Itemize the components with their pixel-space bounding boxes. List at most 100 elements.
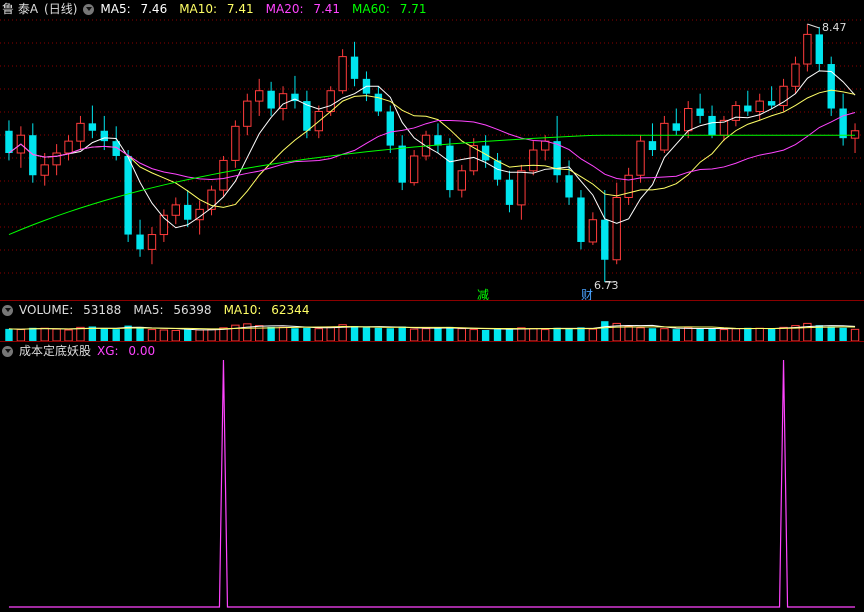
candle-body [52,152,61,166]
volume-bar [184,329,192,341]
candle-body [207,189,216,210]
ma5-value: 7.46 [140,2,168,16]
volume-header: VOLUME: 53188 MA5: 56398 MA10: 62344 [2,301,321,319]
candle-body [40,164,49,176]
vol-ma5-label: MA5: 56398 [133,303,212,317]
volume-bar [207,328,216,341]
candle-body [147,234,157,250]
volume-bar [553,327,561,341]
stock-name: 鲁 泰A [2,2,39,16]
volume-bar [624,325,633,341]
volume-bar [779,326,788,341]
candle-body [374,93,383,112]
candle-body [744,105,752,112]
ma60-value: 7.71 [399,2,427,16]
collapse-toggle-icon[interactable] [83,3,95,15]
volume-bar [16,329,26,341]
volume-bar [362,327,371,341]
candle-body [541,140,550,151]
volume-bar [231,324,240,341]
volume-bar [278,326,288,341]
volume-bar [76,326,85,341]
volume-bar [565,328,573,341]
price-panel: 鲁 泰A (日线) MA5: 7.46 MA10: 7.41 MA20: 7.4… [0,0,864,302]
candle-body [398,145,406,183]
candle-body [434,135,442,146]
volume-bar [577,327,585,341]
candle-body [338,56,347,92]
volume-bar [529,328,538,341]
ma20-label: MA20: 7.41 [265,2,341,16]
volume-bar [136,326,144,341]
candle-body [601,219,609,260]
volume-bar [386,328,394,341]
candle-body [267,90,275,109]
volume-bar [744,327,752,341]
ma20-value: 7.41 [313,2,341,16]
volume-bar [171,329,180,341]
volume-bar [850,328,860,341]
low-price-label: 6.73 [594,279,619,292]
ma60-label: MA60: 7.71 [352,2,427,16]
volume-bar [52,328,61,341]
volume-bar [434,328,442,341]
candle-body [827,64,835,109]
volume-toggle-icon[interactable] [2,304,13,316]
volume-bar [374,327,383,341]
candle-body [517,170,526,206]
volume-bar [112,329,120,341]
candle-body [100,130,108,142]
candle-body [219,159,228,191]
price-chart [0,19,864,283]
volume-bar [326,326,335,341]
indicator-name: 成本定底妖股 [19,344,92,358]
candle-body [184,204,192,220]
volume-bar [839,327,847,341]
volume-bar [719,329,729,341]
candle-body [648,141,657,151]
candle-body [684,108,693,132]
candle-body [624,174,633,198]
candle-body [76,122,85,142]
candle-body [64,140,73,154]
ma5-label: MA5: 7.46 [100,2,168,16]
volume-bar [755,327,764,341]
high-price-label: 8.47 [822,21,847,34]
candle-body [457,170,466,191]
volume-bar [601,321,609,341]
volume-bar [696,328,704,341]
candle-body [553,141,561,176]
indicator-toggle-icon[interactable] [2,345,13,357]
volume-bar [243,323,252,341]
volume-bar [731,328,741,341]
volume-bar [588,328,598,341]
candle-body [708,115,716,136]
volume-bar [636,327,645,341]
volume-bar [29,327,37,341]
candle-body [409,155,419,184]
candle-body [850,130,860,139]
xg-value: 0.00 [128,344,156,358]
indicator-header: 成本定底妖股 XG: 0.00 [2,342,167,360]
volume-bar [541,329,550,341]
volume-bar [648,328,657,341]
volume-label: VOLUME: 53188 [19,303,122,317]
volume-bar [767,328,776,341]
candle-body [124,155,132,235]
ma10-label: MA10: 7.41 [179,2,254,16]
volume-bar [517,327,526,341]
candle-body [88,123,97,131]
candle-body [326,90,335,112]
candle-body [565,175,573,198]
candle-body [791,63,800,87]
volume-bar [672,329,680,341]
volume-bar [5,328,13,341]
indicator-panel: 成本定底妖股 XG: 0.00 [0,342,864,612]
candle-body [767,101,776,106]
volume-bar [708,328,716,341]
volume-value: 53188 [83,303,122,317]
candle-body [386,111,394,146]
ma10-value: 7.41 [226,2,254,16]
volume-bar [303,327,311,341]
volume-bar [291,328,299,341]
